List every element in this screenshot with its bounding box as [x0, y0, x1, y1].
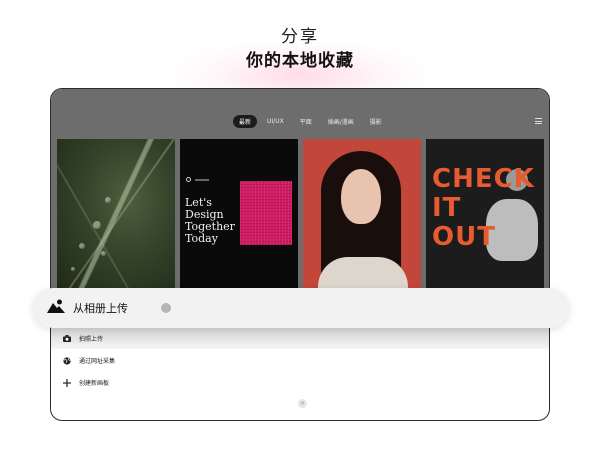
- portrait-face: [341, 169, 381, 224]
- app-screen: 最新 UI/UX 平面 插画/漫画 摄影 Let's Design Together…: [51, 89, 549, 289]
- card-leaf-photo[interactable]: [57, 139, 175, 289]
- touch-cursor: [161, 303, 171, 313]
- sheet-item-label: 创建新画板: [79, 380, 110, 387]
- portrait-shirt: [318, 257, 408, 289]
- leaf-vein: [57, 139, 139, 289]
- water-drop: [93, 221, 101, 229]
- close-icon[interactable]: ×: [298, 399, 307, 408]
- hero-subtitle: 你的本地收藏: [246, 51, 354, 71]
- tab-uiux[interactable]: UI/UX: [261, 116, 290, 127]
- globe-icon: [63, 356, 71, 365]
- hamburger-menu-icon[interactable]: [535, 118, 542, 124]
- tab-photography[interactable]: 摄影: [364, 115, 388, 128]
- card-check-it-out-poster[interactable]: CHECK IT OUT: [426, 139, 544, 289]
- camera-icon: [63, 335, 71, 343]
- tab-latest[interactable]: 最新: [233, 115, 258, 128]
- sheet-item-take-photo[interactable]: 拍照上传: [63, 334, 103, 343]
- image-mountain-icon: [47, 298, 65, 317]
- hero-title: 分享: [281, 27, 319, 47]
- poster-headline: CHECK IT OUT: [432, 165, 535, 252]
- water-drop: [101, 251, 106, 256]
- card-design-poster[interactable]: Let's Design Together Today: [180, 139, 298, 289]
- water-drop: [105, 197, 111, 203]
- poster-line: IT: [432, 193, 462, 223]
- tab-illustration[interactable]: 插画/漫画: [322, 115, 360, 128]
- category-tabs: 最新 UI/UX 平面 插画/漫画 摄影: [233, 115, 388, 128]
- poster-logo: [186, 177, 209, 182]
- card-portrait-photo[interactable]: [303, 139, 421, 289]
- sheet-item-label: 拍照上传: [79, 336, 104, 343]
- water-drop: [79, 243, 85, 249]
- tab-graphic[interactable]: 平面: [294, 115, 318, 128]
- sheet-item-label: 通过网址采集: [79, 358, 116, 365]
- poster-line: CHECK: [432, 164, 535, 194]
- sheet-item-collect-url[interactable]: 通过网址采集: [63, 356, 115, 365]
- pink-block: [240, 181, 292, 245]
- poster-line: OUT: [432, 222, 496, 252]
- poster-headline: Let's Design Together Today: [185, 197, 235, 245]
- water-drop: [71, 267, 75, 271]
- upload-from-album-button[interactable]: 从相册上传: [33, 288, 569, 328]
- poster-line: Today: [185, 232, 218, 245]
- tablet-frame: 最新 UI/UX 平面 插画/漫画 摄影 Let's Design Together…: [50, 88, 550, 421]
- plus-icon: [63, 378, 71, 387]
- leaf-vein: [59, 139, 175, 289]
- upload-from-album-label: 从相册上传: [73, 302, 128, 315]
- sheet-item-new-board[interactable]: 创建新画板: [63, 378, 109, 387]
